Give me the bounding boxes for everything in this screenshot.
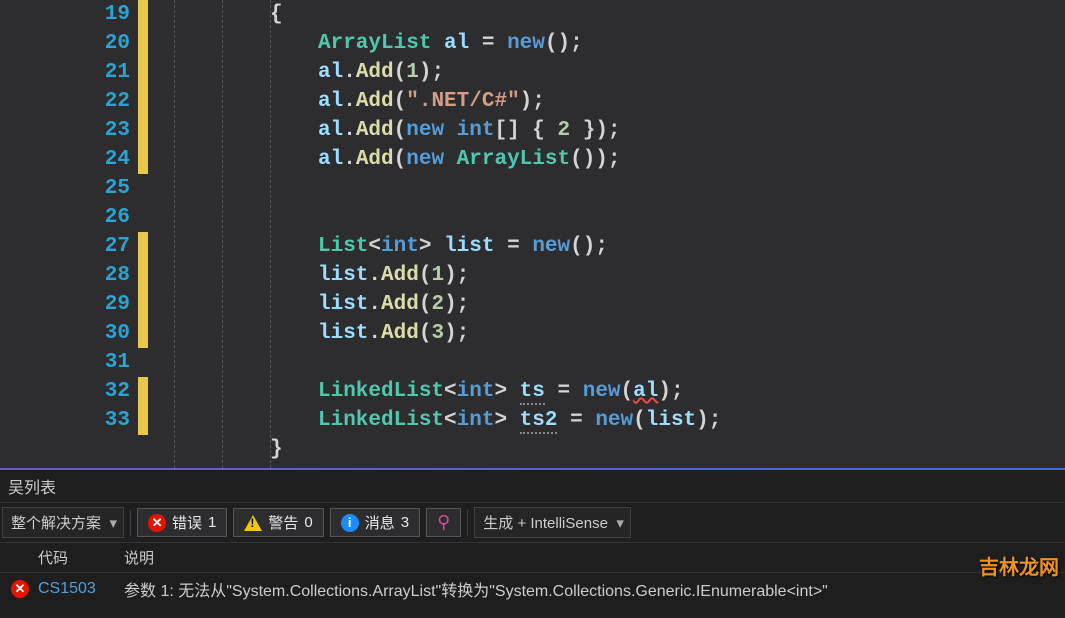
line-number: 33 xyxy=(0,406,136,435)
line-number: 28 xyxy=(0,261,136,290)
error-description: 参数 1: 无法从"System.Collections.ArrayList"转… xyxy=(124,577,828,601)
code-text-area[interactable]: {ArrayList al = new();al.Add(1);al.Add("… xyxy=(174,0,1065,468)
messages-count: 3 xyxy=(401,514,409,531)
line-number: 20 xyxy=(0,29,136,58)
code-line[interactable]: al.Add(1); xyxy=(174,58,1065,87)
error-list-toolbar: 整个解决方案 ✕ 错误 1 警告 0 i 消息 3 ⚲ 生成 + Intelli… xyxy=(0,503,1065,543)
change-marker-column xyxy=(138,0,150,468)
code-line[interactable] xyxy=(174,174,1065,203)
col-code[interactable]: 代码 xyxy=(38,547,124,568)
error-row[interactable]: ✕ CS1503 参数 1: 无法从"System.Collections.Ar… xyxy=(0,573,1065,605)
errors-label: 错误 xyxy=(172,512,202,533)
fold-column xyxy=(150,0,174,468)
code-line[interactable]: LinkedList<int> ts = new(al); xyxy=(174,377,1065,406)
line-number: 32 xyxy=(0,377,136,406)
code-line[interactable]: } xyxy=(174,435,1065,464)
separator xyxy=(130,510,131,536)
warnings-label: 警告 xyxy=(268,512,298,533)
info-icon: i xyxy=(341,514,359,532)
code-line[interactable] xyxy=(174,203,1065,232)
warnings-count: 0 xyxy=(304,514,312,531)
clear-filter-button[interactable]: ⚲ xyxy=(426,508,461,537)
error-icon: ✕ xyxy=(148,514,166,532)
code-line[interactable]: { xyxy=(174,0,1065,29)
errors-count: 1 xyxy=(208,514,216,531)
line-number: 26 xyxy=(0,203,136,232)
code-editor[interactable]: 192021222324252627282930313233 {ArrayLis… xyxy=(0,0,1065,468)
error-icon: ✕ xyxy=(11,580,29,598)
line-number: 31 xyxy=(0,348,136,377)
col-description[interactable]: 说明 xyxy=(124,547,154,568)
warnings-filter-button[interactable]: 警告 0 xyxy=(233,508,323,537)
errors-filter-button[interactable]: ✕ 错误 1 xyxy=(137,508,227,537)
code-line[interactable]: LinkedList<int> ts2 = new(list); xyxy=(174,406,1065,435)
code-line[interactable] xyxy=(174,348,1065,377)
separator xyxy=(467,510,468,536)
scope-dropdown[interactable]: 整个解决方案 xyxy=(2,507,124,538)
error-code: CS1503 xyxy=(38,580,124,598)
line-number: 25 xyxy=(0,174,136,203)
code-line[interactable]: List<int> list = new(); xyxy=(174,232,1065,261)
line-number-gutter: 192021222324252627282930313233 xyxy=(0,0,138,468)
line-number: 19 xyxy=(0,0,136,29)
messages-filter-button[interactable]: i 消息 3 xyxy=(330,508,420,537)
line-number: 24 xyxy=(0,145,136,174)
error-list-title: 吴列表 xyxy=(0,470,1065,503)
line-number: 22 xyxy=(0,87,136,116)
code-line[interactable]: al.Add(".NET/C#"); xyxy=(174,87,1065,116)
filter-icon: ⚲ xyxy=(437,512,450,533)
code-line[interactable]: list.Add(1); xyxy=(174,261,1065,290)
code-line[interactable]: ArrayList al = new(); xyxy=(174,29,1065,58)
line-number: 21 xyxy=(0,58,136,87)
code-line[interactable]: list.Add(3); xyxy=(174,319,1065,348)
messages-label: 消息 xyxy=(365,512,395,533)
line-number: 29 xyxy=(0,290,136,319)
code-line[interactable]: list.Add(2); xyxy=(174,290,1065,319)
code-line[interactable]: al.Add(new ArrayList()); xyxy=(174,145,1065,174)
error-table-header: 代码 说明 xyxy=(0,543,1065,573)
line-number: 23 xyxy=(0,116,136,145)
line-number: 30 xyxy=(0,319,136,348)
code-line[interactable]: al.Add(new int[] { 2 }); xyxy=(174,116,1065,145)
line-number: 27 xyxy=(0,232,136,261)
source-dropdown[interactable]: 生成 + IntelliSense xyxy=(474,507,631,538)
warning-icon xyxy=(244,515,262,531)
